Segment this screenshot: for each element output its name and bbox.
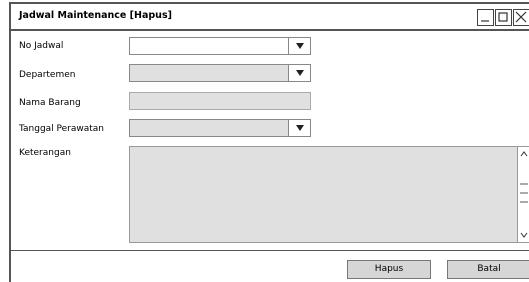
- batal-button[interactable]: Batal: [447, 260, 529, 279]
- keterangan-textarea[interactable]: [129, 146, 529, 243]
- no-jadwal-label: No Jadwal: [19, 41, 64, 51]
- tanggal-perawatan-label: Tanggal Perawatan: [19, 124, 105, 134]
- footer-divider: [11, 250, 529, 251]
- window-title: Jadwal Maintenance [Hapus]: [19, 10, 172, 21]
- nama-barang-label: Nama Barang: [19, 98, 81, 108]
- close-button[interactable]: [513, 9, 529, 26]
- departemen-combobox[interactable]: [129, 64, 311, 82]
- nama-barang-field[interactable]: [129, 92, 311, 110]
- tanggal-perawatan-dropdown-button[interactable]: [288, 120, 310, 136]
- scrollbar-graphic: [520, 151, 528, 238]
- tanggal-perawatan-combobox[interactable]: [129, 119, 311, 137]
- minimize-icon: [481, 20, 489, 22]
- chevron-down-icon: [296, 125, 304, 131]
- minimize-button[interactable]: [477, 9, 494, 26]
- keterangan-label: Keterangan: [19, 148, 71, 158]
- chevron-down-icon: [296, 70, 304, 76]
- chevron-down-icon: [296, 43, 304, 49]
- hapus-button[interactable]: Hapus: [347, 260, 431, 279]
- departemen-dropdown-button[interactable]: [288, 65, 310, 81]
- maximize-icon: [498, 12, 508, 22]
- maximize-button[interactable]: [495, 9, 512, 26]
- close-icon: [515, 11, 527, 23]
- title-bar: Jadwal Maintenance [Hapus]: [11, 4, 529, 31]
- no-jadwal-combobox[interactable]: [129, 37, 311, 55]
- no-jadwal-dropdown-button[interactable]: [288, 38, 310, 54]
- departemen-label: Departemen: [19, 70, 76, 80]
- window: Jadwal Maintenance [Hapus] No Jadwal Dep…: [9, 2, 529, 282]
- vertical-scrollbar[interactable]: [517, 147, 529, 242]
